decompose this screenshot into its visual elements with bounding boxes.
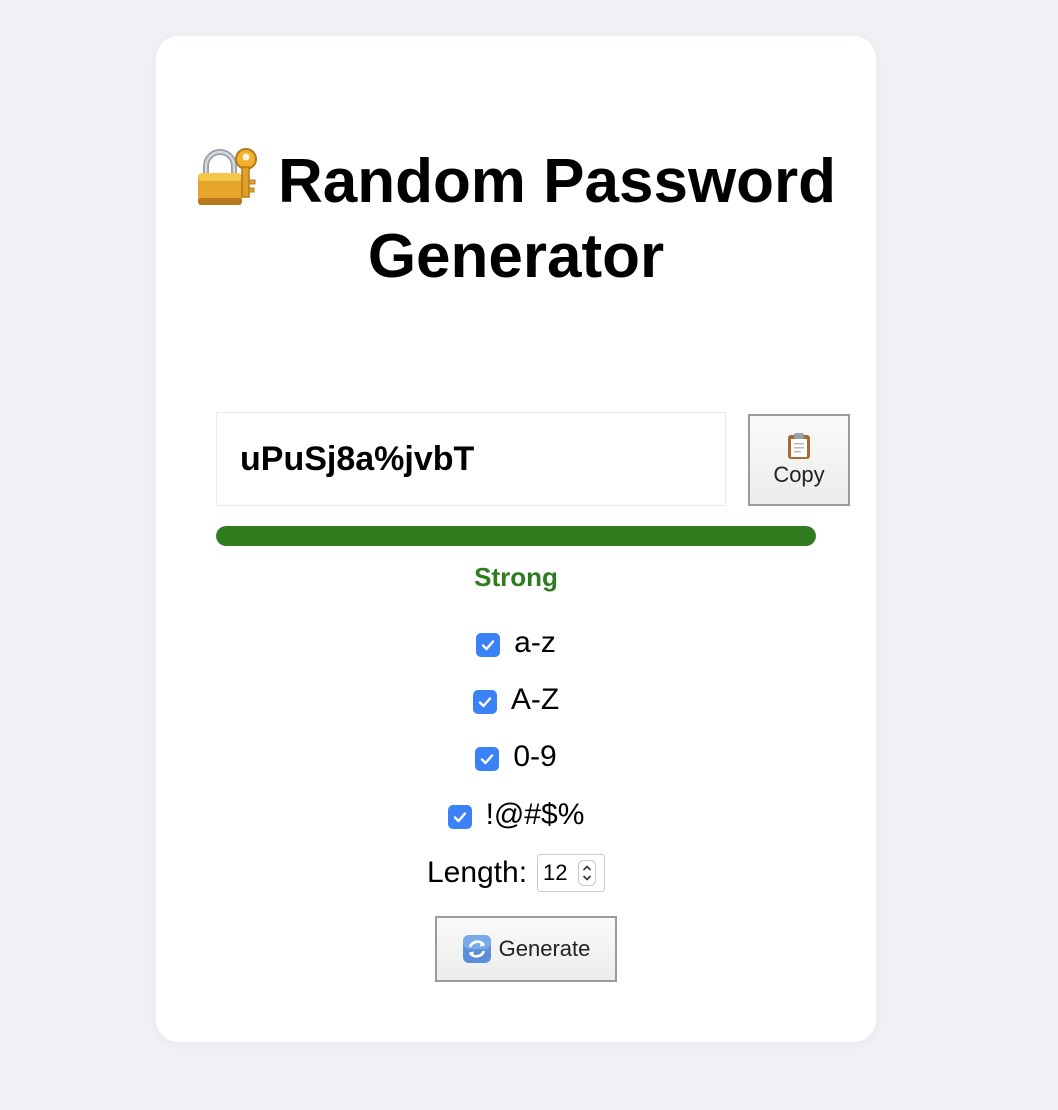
checkmark-icon [481,640,495,651]
length-row: Length: 12 [156,854,876,892]
uppercase-checkbox[interactable] [472,690,497,714]
strength-label: Strong [474,562,558,592]
checkmark-icon [453,812,466,823]
locked-with-key-icon [197,148,257,205]
password-output[interactable]: uPuSj8a%jvbT [216,412,726,506]
symbols-checkbox[interactable] [447,805,472,829]
checkmark-icon [478,697,492,708]
checkmark-icon [481,754,494,765]
digits-checkbox[interactable] [475,747,500,771]
copy-button-label: Copy [773,462,825,487]
option-lowercase[interactable]: a-z [156,626,876,660]
length-value: 12 [543,860,568,885]
lowercase-checkbox[interactable] [476,633,501,657]
page-title: Random Password Generator [156,144,876,294]
strength-meter-fill [216,526,816,546]
clipboard-icon [788,433,810,459]
option-digits[interactable]: 0-9 [156,740,876,774]
refresh-icon [462,935,491,963]
uppercase-label: A-Z [510,683,560,716]
title-text: Random Password Generator [277,147,837,291]
spinner-arrows-icon[interactable] [578,860,597,886]
lowercase-label: a-z [514,626,556,659]
digits-label: 0-9 [513,740,557,773]
strength-meter [216,526,816,546]
generate-button[interactable]: Generate [435,916,617,982]
symbols-label: !@#$% [485,798,585,831]
option-symbols[interactable]: !@#$% [156,798,876,832]
generate-button-label: Generate [498,936,591,961]
copy-button[interactable]: Copy [748,414,850,506]
length-input[interactable]: 12 [537,854,606,892]
password-generator-card: Random Password Generator uPuSj8a%jvbT C… [156,36,876,1042]
option-uppercase[interactable]: A-Z [156,683,876,717]
length-label: Length: [426,856,528,889]
